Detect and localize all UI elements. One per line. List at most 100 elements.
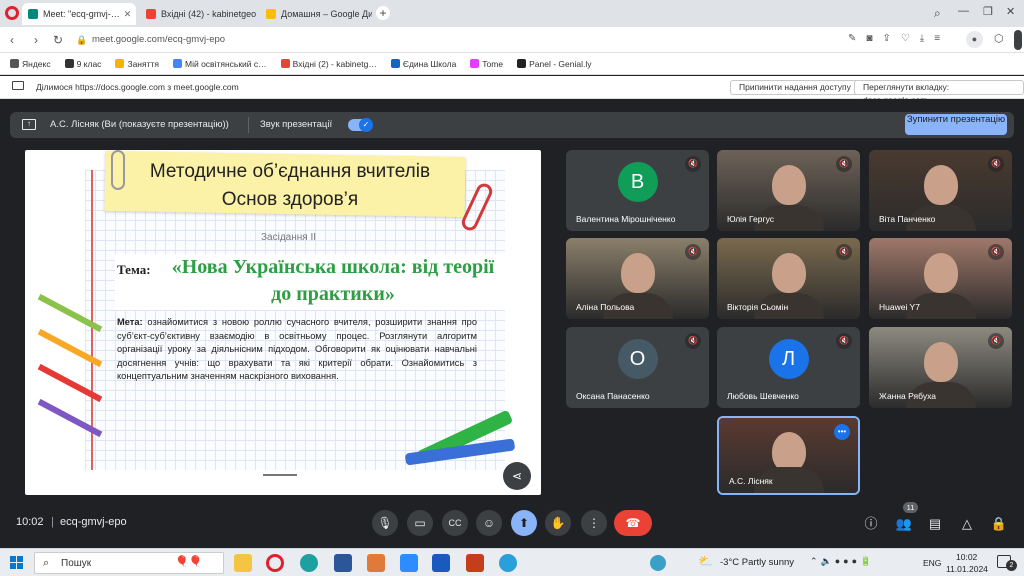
word-icon[interactable] <box>432 554 450 572</box>
participant-tile[interactable]: Аліна Польова 🔇 <box>566 238 709 319</box>
zoom-icon[interactable] <box>400 554 418 572</box>
goal-label: Мета: <box>117 317 143 327</box>
slide-scrollbar[interactable] <box>263 474 297 476</box>
stop-access-button[interactable]: Припинити надання доступу <box>730 80 860 95</box>
camera-icon[interactable]: ◙ <box>866 33 872 44</box>
clock-date[interactable]: 11.01.2024 <box>946 564 988 574</box>
reload-icon[interactable]: ↻ <box>50 32 66 48</box>
window-close-icon[interactable]: ✕ <box>1006 5 1015 18</box>
notepad-icon[interactable] <box>367 554 385 572</box>
present-button[interactable]: ⬆ <box>511 510 537 536</box>
weather-text[interactable]: -3°C Partly sunny <box>720 557 794 568</box>
bookmark-item[interactable]: Заняття <box>115 59 159 69</box>
url-field[interactable]: meet.google.com/ecq-gmvj-epo <box>92 32 225 48</box>
presentation-sound-toggle[interactable]: ✓ <box>348 118 373 132</box>
participant-tile[interactable]: Юлія Гергус 🔇 <box>717 150 860 231</box>
leave-call-button[interactable]: ☎ <box>614 510 652 536</box>
tab-drive[interactable]: Домашня – Google Диск ✕ <box>260 3 372 25</box>
new-tab-icon[interactable]: + <box>376 6 390 20</box>
participant-tile[interactable]: В Валентина Мірошніченко 🔇 <box>566 150 709 231</box>
menu-icon[interactable]: ≡ <box>934 33 940 44</box>
tray-icons[interactable]: ⌃🔈●●●🔋 <box>810 556 874 567</box>
clock-time[interactable]: 10:02 <box>956 552 977 562</box>
cube-icon[interactable]: ⬡ <box>994 32 1004 45</box>
document-icon[interactable] <box>334 554 352 572</box>
participant-tile[interactable]: А.С. Лісняк ••• <box>717 416 860 495</box>
presenting-bar: ↑ А.С. Лісняк (Ви (показуєте презентацію… <box>10 112 1014 138</box>
powerpoint-icon[interactable] <box>466 554 484 572</box>
more-options-button[interactable]: ⋮ <box>581 510 607 536</box>
bookmark-icon <box>517 59 527 68</box>
heart-icon[interactable]: ♡ <box>901 33 910 44</box>
edit-icon[interactable]: ✎ <box>848 33 856 44</box>
edge-icon[interactable] <box>300 554 318 572</box>
people-icon[interactable]: 👥 <box>893 513 915 535</box>
person-silhouette <box>923 164 958 205</box>
tab-gmail[interactable]: Вхідні (42) - kabinetgeog… ✕ <box>140 3 256 25</box>
toggle-check-icon: ✓ <box>359 118 373 132</box>
bookmark-label: Заняття <box>127 58 159 69</box>
taskbar-search-box[interactable]: ⌕ Пошук 🎈🎈 <box>34 552 224 574</box>
minimize-icon[interactable]: — <box>958 5 969 17</box>
screen-share-icon <box>12 81 24 90</box>
bookmark-item[interactable]: Вхідні (2) - kabinetg… <box>280 59 377 69</box>
raise-hand-button[interactable]: ✋ <box>545 510 571 536</box>
bookmark-item[interactable]: Єдина Школа <box>390 59 456 69</box>
bookmark-item[interactable]: 9 клас <box>64 59 101 69</box>
participant-tile[interactable]: Вікторія Сьомін 🔇 <box>717 238 860 319</box>
opera-taskbar-icon[interactable] <box>266 554 284 572</box>
tab-meet[interactable]: Meet: "ecq-gmvj-… ✕ <box>22 3 136 25</box>
forward-icon[interactable]: › <box>28 32 44 48</box>
bookmark-item[interactable]: Panel - Genial.ly <box>517 59 591 69</box>
captions-button[interactable]: CC <box>442 510 468 536</box>
slide-title: Методичне об’єднання вчителів Основ здор… <box>149 161 431 210</box>
browser-tab-bar: Meet: "ecq-gmvj-… ✕ Вхідні (42) - kabine… <box>0 0 1024 27</box>
share-icon[interactable]: ⋖ <box>503 462 531 490</box>
host-controls-icon[interactable]: 🔒 <box>988 513 1010 535</box>
mic-muted-icon: 🔇 <box>988 244 1004 260</box>
back-icon[interactable]: ‹ <box>4 32 20 48</box>
sidebar-icon[interactable] <box>1014 30 1022 50</box>
people-count-badge: 11 <box>903 502 918 513</box>
more-options-icon[interactable]: ••• <box>834 424 850 440</box>
emoji-button[interactable]: ☺ <box>476 510 502 536</box>
bookmark-icon <box>115 59 125 68</box>
opera-logo-icon[interactable] <box>5 6 19 20</box>
ai-assistant-icon[interactable] <box>650 555 666 571</box>
download-icon[interactable]: ⤓ <box>920 33 924 44</box>
profile-icon[interactable]: ● <box>966 31 983 48</box>
camera-button[interactable]: ▭ <box>407 510 433 536</box>
close-icon[interactable]: ✕ <box>120 9 132 20</box>
info-icon[interactable]: ⓘ <box>860 513 882 535</box>
participant-name: Валентина Мірошніченко <box>576 214 676 224</box>
microphone-button[interactable]: 🎙 <box>372 510 398 536</box>
participant-name: Huawei Y7 <box>879 302 920 312</box>
bookmark-item[interactable]: Яндекс <box>10 59 51 69</box>
participant-tile[interactable]: Huawei Y7 🔇 <box>869 238 1012 319</box>
bookmark-item[interactable]: Tome <box>470 59 503 69</box>
bookmark-icon <box>390 59 400 68</box>
search-icon[interactable]: ⌕ <box>934 6 941 21</box>
participant-tile[interactable]: Віта Панченко 🔇 <box>869 150 1012 231</box>
tab-label: Вхідні (42) - kabinetgeog… <box>161 9 256 19</box>
file-explorer-icon[interactable] <box>234 554 252 572</box>
telegram-icon[interactable] <box>499 554 517 572</box>
chat-icon[interactable]: ▤ <box>924 513 946 535</box>
windows-taskbar: ⌕ Пошук 🎈🎈 ⛅ -3°C Partly sunny ⌃🔈●●●🔋 EN… <box>0 548 1024 576</box>
windows-start-icon[interactable] <box>10 556 23 569</box>
participant-name: Аліна Польова <box>576 302 635 312</box>
view-tab-button[interactable]: Переглянути вкладку: docs.google.com <box>854 80 1024 105</box>
person-silhouette <box>620 252 655 293</box>
notification-count-badge: 2 <box>1006 560 1017 571</box>
stop-presenting-button[interactable]: Зупинити презентацію <box>905 114 1007 135</box>
participant-tile[interactable]: Жанна Рябуха 🔇 <box>869 327 1012 408</box>
person-silhouette <box>771 252 806 293</box>
participant-name: Оксана Панасенко <box>576 391 650 401</box>
participant-tile[interactable]: Л Любовь Шевченко 🔇 <box>717 327 860 408</box>
restore-icon[interactable]: ❐ <box>983 5 993 18</box>
activities-icon[interactable]: △ <box>956 513 978 535</box>
bookmark-item[interactable]: Мій освітянський с… <box>173 59 267 69</box>
participant-tile[interactable]: О Оксана Панасенко 🔇 <box>566 327 709 408</box>
language-indicator[interactable]: ENG <box>923 558 941 568</box>
share-icon[interactable]: ⇪ <box>882 33 890 44</box>
